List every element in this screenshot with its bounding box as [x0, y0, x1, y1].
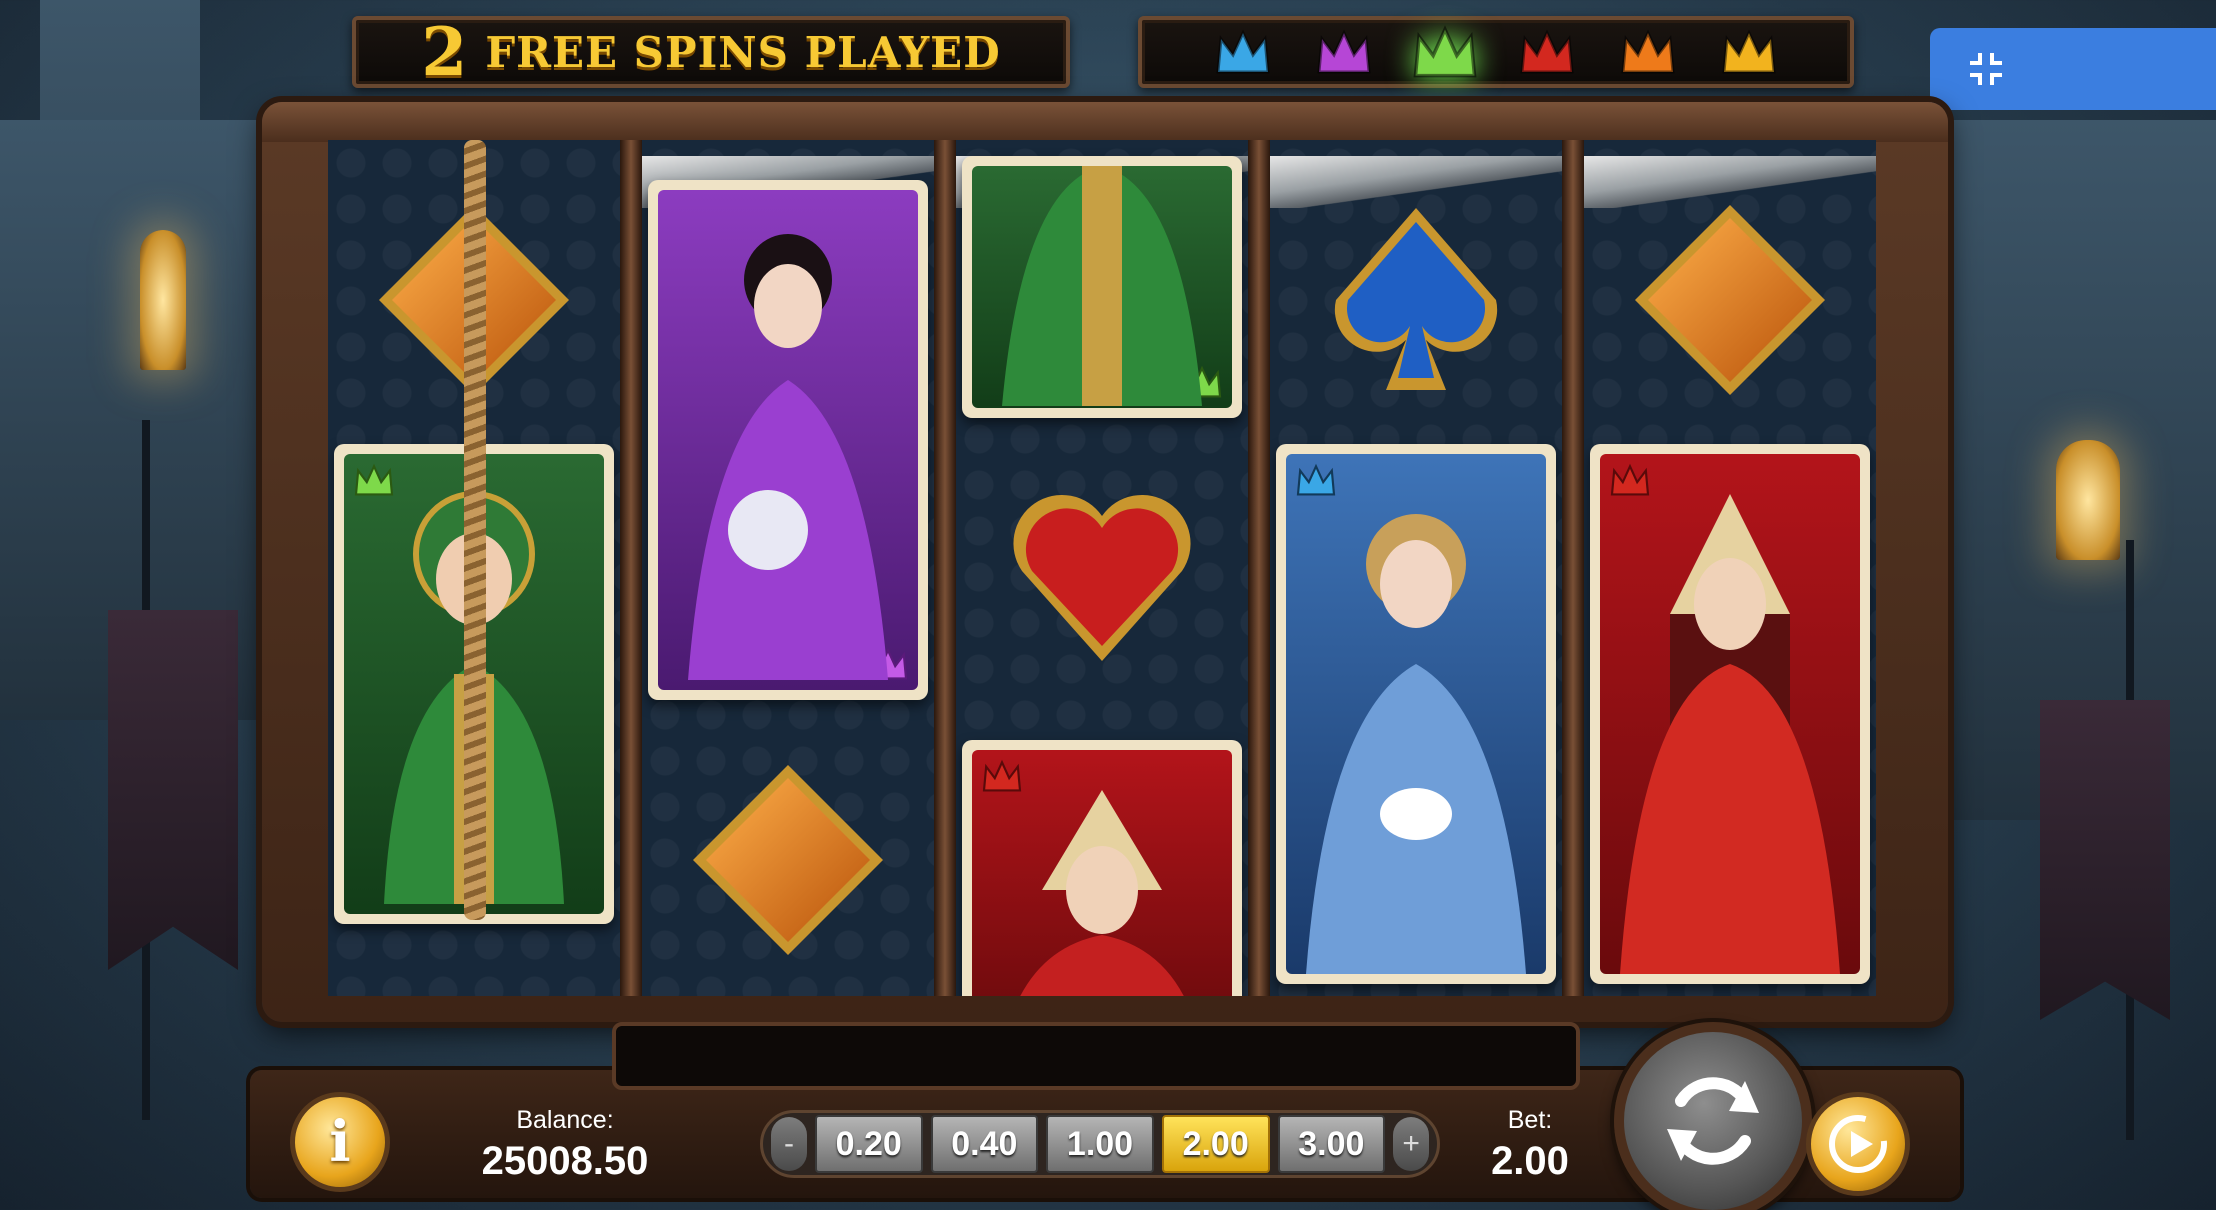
- bet-option[interactable]: 0.20: [814, 1115, 923, 1173]
- bet-option[interactable]: 0.40: [930, 1115, 1039, 1173]
- spin-icon: [1667, 1077, 1759, 1165]
- exit-fullscreen-icon: [1970, 53, 2002, 85]
- reel-divider: [934, 140, 956, 996]
- purple-queen-card: [648, 180, 928, 700]
- win-message-bar: [612, 1022, 1580, 1090]
- lit-window-left: [140, 230, 186, 370]
- bet-label: Bet:: [1507, 1106, 1553, 1134]
- purple-crown-icon: [1317, 29, 1371, 74]
- green-crown-icon: [1413, 25, 1477, 78]
- balance-label: Balance:: [516, 1106, 614, 1134]
- red-heart-symbol: [1013, 494, 1191, 661]
- exit-fullscreen-button[interactable]: [1930, 28, 2216, 110]
- reel-2: [642, 140, 934, 996]
- bet-option[interactable]: 1.00: [1046, 1115, 1154, 1173]
- blue-spade-symbol: [1334, 208, 1498, 390]
- lit-window-right: [2056, 440, 2120, 560]
- info-icon: i: [329, 1109, 351, 1175]
- reel-3: [956, 140, 1248, 996]
- blue-crown-icon: [1216, 29, 1270, 74]
- free-spins-text: FREE SPINS PLAYED: [485, 27, 1001, 77]
- green-queen-figure: [1002, 166, 1202, 406]
- orange-diamond-symbol: [1635, 205, 1825, 395]
- autoplay-button[interactable]: [1806, 1092, 1910, 1196]
- bet-decrease-button[interactable]: -: [771, 1117, 807, 1171]
- blue-queen-card: [1276, 444, 1556, 984]
- reel-divider: [620, 140, 642, 996]
- red-crown-icon: [1519, 29, 1574, 74]
- red-queen-card: [962, 740, 1242, 996]
- blue-queen-figure: [1306, 514, 1526, 974]
- balance-value: 25008.50: [481, 1139, 649, 1183]
- reel-4: [1270, 140, 1562, 996]
- bet-selector: - 0.20 0.40 1.00 2.00 3.00 +: [760, 1110, 1440, 1178]
- bet-increase-button[interactable]: +: [1393, 1117, 1430, 1171]
- banner-right: [2040, 700, 2170, 1020]
- reel-divider: [1562, 140, 1584, 996]
- bet-option[interactable]: 3.00: [1277, 1115, 1386, 1173]
- autoplay-icon: [1829, 1115, 1887, 1173]
- reel-area: [328, 140, 1876, 996]
- reel-divider: [1248, 140, 1270, 996]
- bet-display: Bet: 2.00: [1470, 1106, 1590, 1184]
- bet-option-selected[interactable]: 2.00: [1161, 1115, 1270, 1173]
- free-spins-count: 2: [421, 13, 468, 91]
- red-queen-figure: [1020, 790, 1184, 996]
- red-queen-card: [1590, 444, 1870, 984]
- free-spins-banner: 2 FREE SPINS PLAYED: [352, 13, 1070, 91]
- gold-crown-icon: [1722, 29, 1776, 74]
- spin-button[interactable]: [1614, 1022, 1812, 1210]
- orange-diamond-symbol: [693, 765, 883, 955]
- banner-left: [108, 610, 238, 970]
- crown-progress-bar: [1138, 16, 1854, 88]
- purple-queen-figure: [688, 234, 888, 680]
- balance-display: Balance: 25008.50: [460, 1106, 670, 1184]
- green-queen-card: [962, 156, 1242, 418]
- info-button[interactable]: i: [290, 1092, 390, 1192]
- orange-crown-icon: [1621, 29, 1675, 74]
- frame-top: [262, 102, 1948, 142]
- noose-rope: [464, 140, 486, 920]
- bet-value: 2.00: [1491, 1139, 1569, 1183]
- reel-5: [1584, 140, 1876, 996]
- red-queen-figure: [1620, 494, 1840, 974]
